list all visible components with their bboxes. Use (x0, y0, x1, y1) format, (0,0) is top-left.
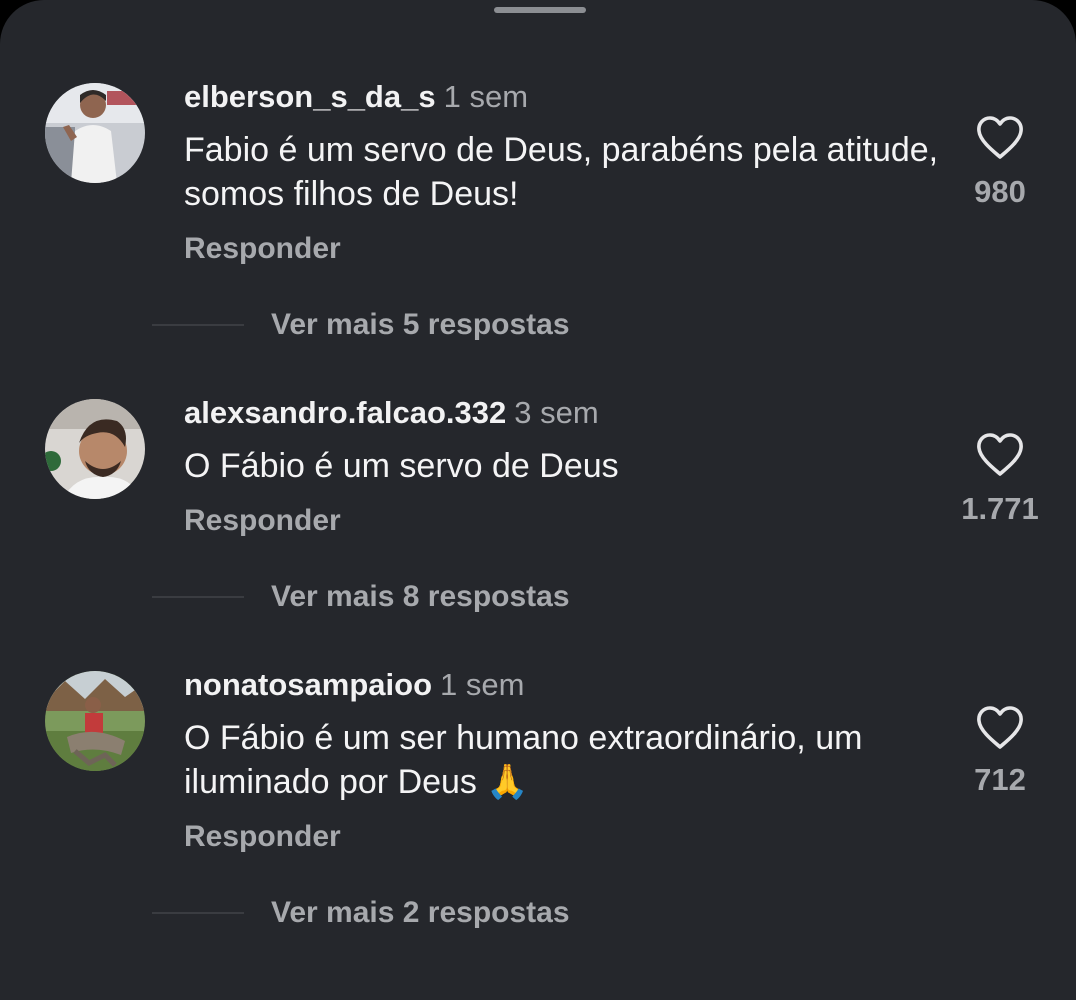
comment-item: nonatosampaioo 1 sem O Fábio é um ser hum… (0, 667, 1076, 941)
replies-divider (152, 324, 244, 326)
comment-header: elberson_s_da_s 1 sem (184, 77, 528, 117)
like-count: 1.771 (961, 491, 1039, 526)
username-link[interactable]: alexsandro.falcao.332 (184, 395, 506, 430)
comment-text: O Fábio é um ser humano extraordinário, … (184, 719, 863, 801)
heart-outline-icon[interactable] (975, 432, 1025, 478)
like-count: 980 (974, 174, 1026, 209)
comment-item: alexsandro.falcao.332 3 sem O Fábio é um … (0, 395, 1076, 669)
comments-sheet: elberson_s_da_s 1 sem Fabio é um servo de… (0, 0, 1076, 1000)
avatar[interactable] (45, 399, 145, 499)
drag-handle[interactable] (494, 7, 586, 13)
timestamp: 1 sem (440, 667, 525, 702)
heart-outline-icon[interactable] (975, 705, 1025, 751)
heart-outline-icon[interactable] (975, 115, 1025, 161)
like-count: 712 (974, 762, 1026, 797)
username-link[interactable]: nonatosampaioo (184, 667, 432, 702)
replies-divider (152, 596, 244, 598)
avatar[interactable] (45, 671, 145, 771)
avatar[interactable] (45, 83, 145, 183)
replies-divider (152, 912, 244, 914)
comment-text: O Fábio é um servo de Deus (184, 447, 619, 485)
comment-text: Fabio é um servo de Deus, parabéns pela … (184, 131, 939, 213)
view-more-replies-button[interactable]: Ver mais 8 respostas (271, 577, 570, 617)
comment-item: elberson_s_da_s 1 sem Fabio é um servo de… (0, 79, 1076, 353)
timestamp: 3 sem (514, 395, 599, 430)
reply-button[interactable]: Responder (184, 817, 341, 857)
reply-button[interactable]: Responder (184, 229, 341, 269)
avatar-photo-icon (45, 671, 145, 771)
reply-button[interactable]: Responder (184, 501, 341, 541)
avatar-photo-icon (45, 83, 145, 183)
username-link[interactable]: elberson_s_da_s (184, 79, 436, 114)
view-more-replies-button[interactable]: Ver mais 5 respostas (271, 305, 570, 345)
view-more-replies-button[interactable]: Ver mais 2 respostas (271, 893, 570, 933)
comment-header: nonatosampaioo 1 sem (184, 665, 524, 705)
timestamp: 1 sem (443, 79, 529, 114)
avatar-photo-icon (45, 399, 145, 499)
comment-header: alexsandro.falcao.332 3 sem (184, 393, 599, 433)
